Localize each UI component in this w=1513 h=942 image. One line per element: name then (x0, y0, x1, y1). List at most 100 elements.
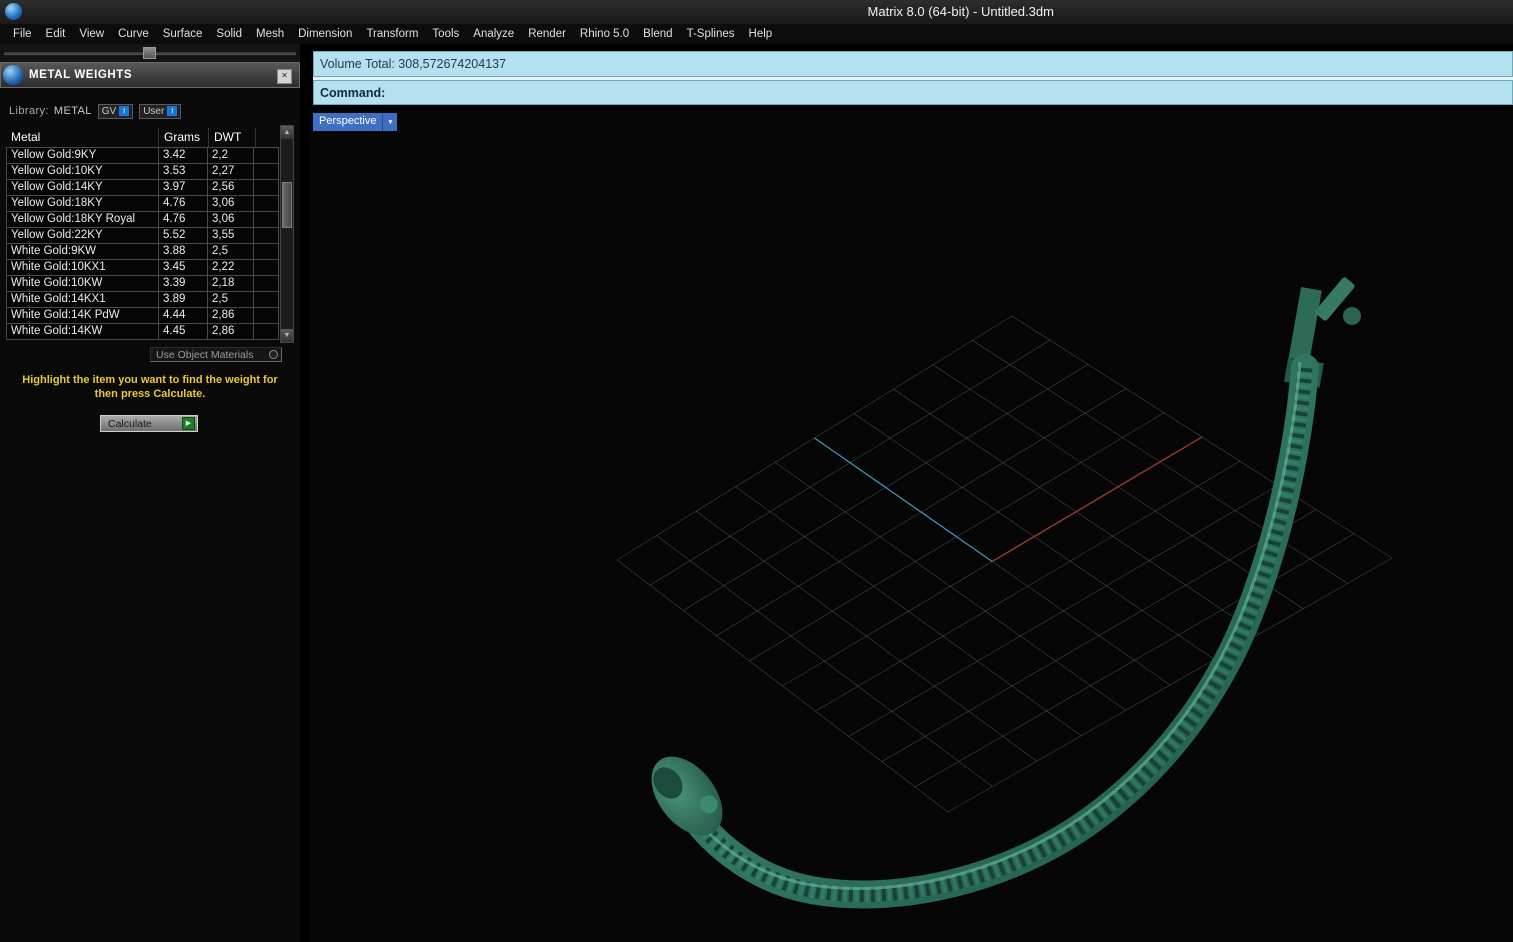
menu-item-file[interactable]: File (6, 25, 39, 43)
cell-grams: 3.88 (158, 243, 208, 260)
cell-dwt: 3,06 (207, 195, 254, 212)
cell-empty (253, 259, 279, 276)
cell-empty (253, 163, 279, 180)
cell-empty (253, 195, 279, 212)
gv-button[interactable]: GV I (97, 103, 134, 119)
use-object-materials-checkbox[interactable] (269, 350, 278, 359)
library-label: Library: (9, 105, 49, 117)
menu-item-view[interactable]: View (72, 25, 111, 43)
calculate-play-icon: ▶ (182, 417, 195, 430)
menu-bar: File Edit View Curve Surface Solid Mesh Dimensi… (0, 24, 1513, 44)
window-title: Matrix 8.0 (64-bit) - Untitled.3dm (867, 4, 1054, 19)
menu-item-render[interactable]: Render (521, 25, 573, 43)
cell-dwt: 2,86 (207, 323, 254, 340)
table-row[interactable]: White Gold:10KX1 3.45 2,22 (6, 259, 280, 276)
menu-item-rhino-5-0[interactable]: Rhino 5.0 (573, 25, 636, 43)
scroll-up-icon[interactable]: ▲ (281, 126, 293, 139)
user-button-label: User (143, 105, 165, 117)
metal-table: Metal Grams DWT Yellow Gold:9KY 3.42 2,2 Ye… (6, 125, 294, 343)
viewport-title-button[interactable]: Perspective ▼ (313, 113, 398, 131)
cell-dwt: 3,06 (207, 211, 254, 228)
header-dwt: DWT (209, 128, 256, 147)
gv-toggle-icon[interactable]: I (119, 106, 130, 116)
menu-item-analyze[interactable]: Analyze (466, 25, 521, 43)
table-row[interactable]: Yellow Gold:10KY 3.53 2,27 (6, 163, 280, 180)
model-band-highlight (676, 361, 1302, 890)
gv-button-label: GV (101, 105, 117, 117)
y-axis-line (814, 437, 993, 563)
table-row[interactable]: White Gold:14KW 4.45 2,86 (6, 323, 280, 340)
calculate-label: Calculate (108, 417, 152, 430)
table-row[interactable]: White Gold:10KW 3.39 2,18 (6, 275, 280, 292)
model-lattice-light (676, 367, 1313, 902)
cell-metal: Yellow Gold:10KY (6, 163, 159, 180)
cell-dwt: 2,22 (207, 259, 254, 276)
menu-item-blend[interactable]: Blend (636, 25, 679, 43)
menu-item-surface[interactable]: Surface (156, 25, 210, 43)
menu-item-tools[interactable]: Tools (425, 25, 466, 43)
metal-weights-panel: METAL WEIGHTS ✕ Library: METAL GV I User… (0, 44, 300, 942)
scroll-down-icon[interactable]: ▼ (281, 329, 293, 342)
close-icon[interactable]: ✕ (277, 69, 292, 84)
cell-empty (253, 291, 279, 308)
command-input[interactable]: Command: (313, 80, 1513, 105)
menu-item-help[interactable]: Help (742, 25, 780, 43)
cell-metal: White Gold:14K PdW (6, 307, 159, 324)
menu-item-mesh[interactable]: Mesh (249, 25, 291, 43)
library-row: Library: METAL GV I User I (0, 102, 300, 120)
slider-handle[interactable] (143, 47, 156, 59)
table-row[interactable]: Yellow Gold:18KY 4.76 3,06 (6, 195, 280, 212)
table-row[interactable]: Yellow Gold:22KY 5.52 3,55 (6, 227, 280, 244)
menu-item-t-splines[interactable]: T-Splines (680, 25, 742, 43)
cell-dwt: 2,5 (207, 243, 254, 260)
menu-item-edit[interactable]: Edit (39, 25, 73, 43)
cell-grams: 4.76 (158, 195, 208, 212)
menu-item-transform[interactable]: Transform (359, 25, 425, 43)
table-row[interactable]: Yellow Gold:18KY Royal 4.76 3,06 (6, 211, 280, 228)
cell-metal: Yellow Gold:14KY (6, 179, 159, 196)
app-icon (5, 3, 22, 20)
volume-total-value: 308,572674204137 (398, 57, 507, 71)
x-axis-line (991, 436, 1203, 563)
menu-item-dimension[interactable]: Dimension (291, 25, 359, 43)
cell-grams: 3.53 (158, 163, 208, 180)
calculate-button[interactable]: Calculate ▶ (100, 415, 198, 432)
scroll-thumb[interactable] (282, 182, 292, 228)
cell-metal: Yellow Gold:18KY (6, 195, 159, 212)
cell-metal: Yellow Gold:22KY (6, 227, 159, 244)
ring-rail-model[interactable] (637, 276, 1361, 909)
cell-empty (253, 211, 279, 228)
cell-metal: Yellow Gold:9KY (6, 147, 159, 164)
use-object-materials-label: Use Object Materials (156, 348, 254, 361)
viewport-dropdown-icon[interactable]: ▼ (382, 113, 398, 131)
menu-item-solid[interactable]: Solid (209, 25, 249, 43)
table-row[interactable]: White Gold:14K PdW 4.44 2,86 (6, 307, 280, 324)
cell-dwt: 2,56 (207, 179, 254, 196)
viewport-canvas[interactable] (309, 110, 1513, 942)
cell-dwt: 3,55 (207, 227, 254, 244)
table-row[interactable]: White Gold:14KX1 3.89 2,5 (6, 291, 280, 308)
cell-metal: White Gold:9KW (6, 243, 159, 260)
table-row[interactable]: White Gold:9KW 3.88 2,5 (6, 243, 280, 260)
table-row[interactable]: Yellow Gold:14KY 3.97 2,56 (6, 179, 280, 196)
panel-title: METAL WEIGHTS (29, 69, 133, 81)
cell-empty (253, 227, 279, 244)
menu-item-curve[interactable]: Curve (111, 25, 156, 43)
table-scrollbar[interactable]: ▲ ▼ (280, 125, 294, 343)
panel-header: METAL WEIGHTS ✕ (0, 62, 300, 88)
cell-empty (253, 179, 279, 196)
table-row[interactable]: Yellow Gold:9KY 3.42 2,2 (6, 147, 280, 164)
title-bar: Matrix 8.0 (64-bit) - Untitled.3dm (0, 0, 1513, 25)
cell-grams: 3.97 (158, 179, 208, 196)
user-toggle-icon[interactable]: I (167, 106, 178, 116)
viewport[interactable]: Perspective ▼ (309, 110, 1513, 942)
command-label: Command: (320, 85, 386, 100)
cell-dwt: 2,2 (207, 147, 254, 164)
cell-grams: 5.52 (158, 227, 208, 244)
cell-metal: Yellow Gold:18KY Royal (6, 211, 159, 228)
table-header: Metal Grams DWT (6, 125, 280, 147)
use-object-materials-button[interactable]: Use Object Materials (150, 347, 282, 362)
cell-empty (253, 307, 279, 324)
header-metal: Metal (6, 128, 159, 147)
user-button[interactable]: User I (139, 103, 182, 119)
